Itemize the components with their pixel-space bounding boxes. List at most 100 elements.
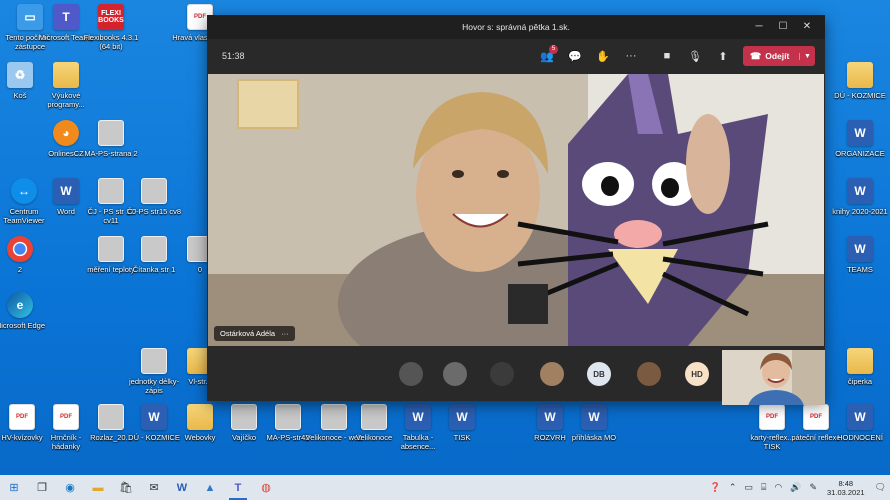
desktop-icon-label: Microsoft Edge [0, 321, 46, 330]
desktop-icon-label: ROZVRH [534, 433, 566, 442]
word-icon: W [847, 236, 873, 262]
volume-icon[interactable]: 🔊 [786, 482, 805, 493]
desktop-icon-glyph: FLEXI BOOKS [98, 10, 124, 24]
desktop-icon-label: MA-PS-strana 2 [84, 149, 138, 158]
image-icon [98, 404, 124, 430]
desktop-icon-label: knihy 2020-2021 [832, 207, 888, 216]
speaker-name-tag: Ostárková Adéla ··· [214, 326, 295, 341]
desktop-icon[interactable]: W TEAMS [830, 236, 890, 274]
taskbar-explorer[interactable]: ▬ [84, 475, 112, 500]
desktop-icon[interactable]: W TISK [432, 404, 492, 442]
taskbar-chrome[interactable]: ◍ [252, 475, 280, 500]
windows-icon: ⊞ [9, 482, 19, 494]
desktop-icon-label: Webovky [184, 433, 216, 442]
chevron-up-icon[interactable]: ⌃ [725, 482, 741, 493]
notifications-icon[interactable]: 🗨 [871, 482, 890, 493]
word-icon: W [847, 404, 873, 430]
participant-avatar[interactable]: HD [685, 362, 709, 386]
word-icon: W [449, 404, 475, 430]
maximize-icon[interactable]: ☐ [771, 15, 795, 39]
word-icon: W [176, 481, 188, 494]
flexibooks-icon: FLEXI BOOKS [98, 4, 124, 30]
hand-icon: ✋ [596, 50, 610, 63]
folder-icon [847, 62, 873, 88]
desktop-icon-label: přihláska MO [571, 433, 617, 442]
taskbar-photos[interactable]: ▲ [196, 475, 224, 500]
word-icon: W [537, 404, 563, 430]
desktop-icon-label: 0 [197, 265, 203, 274]
task-view-icon: ❐ [37, 482, 47, 494]
desktop-icon[interactable]: e Microsoft Edge [0, 292, 50, 330]
pdf-icon: PDF [9, 404, 35, 430]
desktop-icon-label: Word [57, 207, 75, 216]
pen-icon[interactable]: ✎ [805, 482, 821, 493]
store-icon: 🛍 [119, 482, 133, 494]
folder-icon [187, 404, 213, 430]
desktop-icon[interactable]: Wpřihláska MO [564, 404, 624, 442]
desktop-icon-label: Výukové programy... [47, 91, 85, 109]
share-button[interactable]: ⬆ [709, 44, 737, 68]
image-icon [361, 404, 387, 430]
desktop-icon[interactable]: čiperka [830, 348, 890, 386]
close-icon[interactable]: ✕ [795, 15, 819, 39]
camera-button[interactable]: ■ [653, 44, 681, 68]
taskbar-store[interactable]: 🛍 [112, 475, 140, 500]
desktop-icon[interactable]: W HODNOCENÍ [830, 404, 890, 442]
desktop-icon[interactable]: Výukové programy... [36, 62, 96, 109]
desktop-icon[interactable]: ČJ-PS str15 cv8 [124, 178, 184, 216]
participant-avatar[interactable] [443, 362, 467, 386]
more-icon: ··· [625, 50, 637, 62]
photos-icon: ▲ [204, 481, 216, 494]
image-icon [231, 404, 257, 430]
battery-icon[interactable]: ▭ [740, 482, 757, 493]
leave-button[interactable]: ☎ Odejít ▼ [743, 46, 815, 66]
desktop-icon-label: Koš [13, 91, 27, 100]
word-icon: W [405, 404, 431, 430]
start-button[interactable]: ⊞ [0, 475, 28, 500]
owl-icon: ◕ [53, 120, 79, 146]
taskbar-edge[interactable]: ◉ [56, 475, 84, 500]
desktop-icon[interactable]: W ORGANIZACE [830, 120, 890, 158]
teams-call-window: Hovor s: správná pětka 1.sk. ─ ☐ ✕ 51:38… [207, 15, 825, 405]
speaker-more-icon[interactable]: ··· [281, 329, 289, 338]
desktop-icon-label: HODNOCENÍ [837, 433, 883, 442]
participants-badge: 5 [549, 45, 558, 54]
taskbar-teams[interactable]: T [224, 475, 252, 500]
self-view-video [722, 350, 825, 405]
more-actions-button[interactable]: ··· [617, 44, 645, 68]
wifi-icon[interactable]: ◠ [770, 482, 786, 493]
participant-avatar[interactable] [399, 362, 423, 386]
desktop-icon[interactable]: 2 [0, 236, 50, 274]
mic-button[interactable]: 🎙 [681, 44, 709, 68]
participant-avatar[interactable] [490, 362, 514, 386]
desktop-icon[interactable]: DÚ - KOZMICE [830, 62, 890, 100]
video-frame-image [208, 74, 824, 346]
system-tray: ❓ ⌃ ▭ ⌸ ◠ 🔊 ✎ 8:48 31.03.2021 🗨 [706, 475, 890, 500]
desktop-icon[interactable]: FLEXI BOOKS Flexibooks 4.3.1 (64 bit) [81, 4, 141, 51]
task-view-button[interactable]: ❐ [28, 475, 56, 500]
help-icon[interactable]: ❓ [706, 482, 725, 493]
edge-icon: ◉ [65, 482, 75, 494]
window-title: Hovor s: správná pětka 1.sk. [462, 22, 570, 32]
taskbar-mail[interactable]: ✉ [140, 475, 168, 500]
participant-avatar[interactable]: DB [587, 362, 611, 386]
taskbar-word[interactable]: W [168, 475, 196, 500]
chevron-down-icon[interactable]: ▼ [799, 52, 815, 60]
desktop-icon[interactable]: Wknihy 2020-2021 [830, 178, 890, 216]
call-timer: 51:38 [222, 51, 245, 61]
teams-icon: T [234, 481, 242, 494]
reactions-button[interactable]: ✋ [589, 44, 617, 68]
clock[interactable]: 8:48 31.03.2021 [821, 479, 871, 497]
image-icon [98, 236, 124, 262]
chat-button[interactable]: 💬 [561, 44, 589, 68]
minimize-icon[interactable]: ─ [747, 15, 771, 39]
participant-avatar[interactable] [540, 362, 564, 386]
phone-icon: ☎ [750, 50, 762, 61]
desktop-icon-label: OnlinesCZ [48, 149, 84, 158]
participants-button[interactable]: 👥 5 [533, 44, 561, 68]
network-icon[interactable]: ⌸ [757, 482, 770, 493]
clock-time: 8:48 [838, 478, 854, 488]
desktop-icon[interactable]: MA-PS-strana 2 [81, 120, 141, 158]
desktop-icon-label: 2 [17, 265, 23, 274]
participant-avatar[interactable] [637, 362, 661, 386]
